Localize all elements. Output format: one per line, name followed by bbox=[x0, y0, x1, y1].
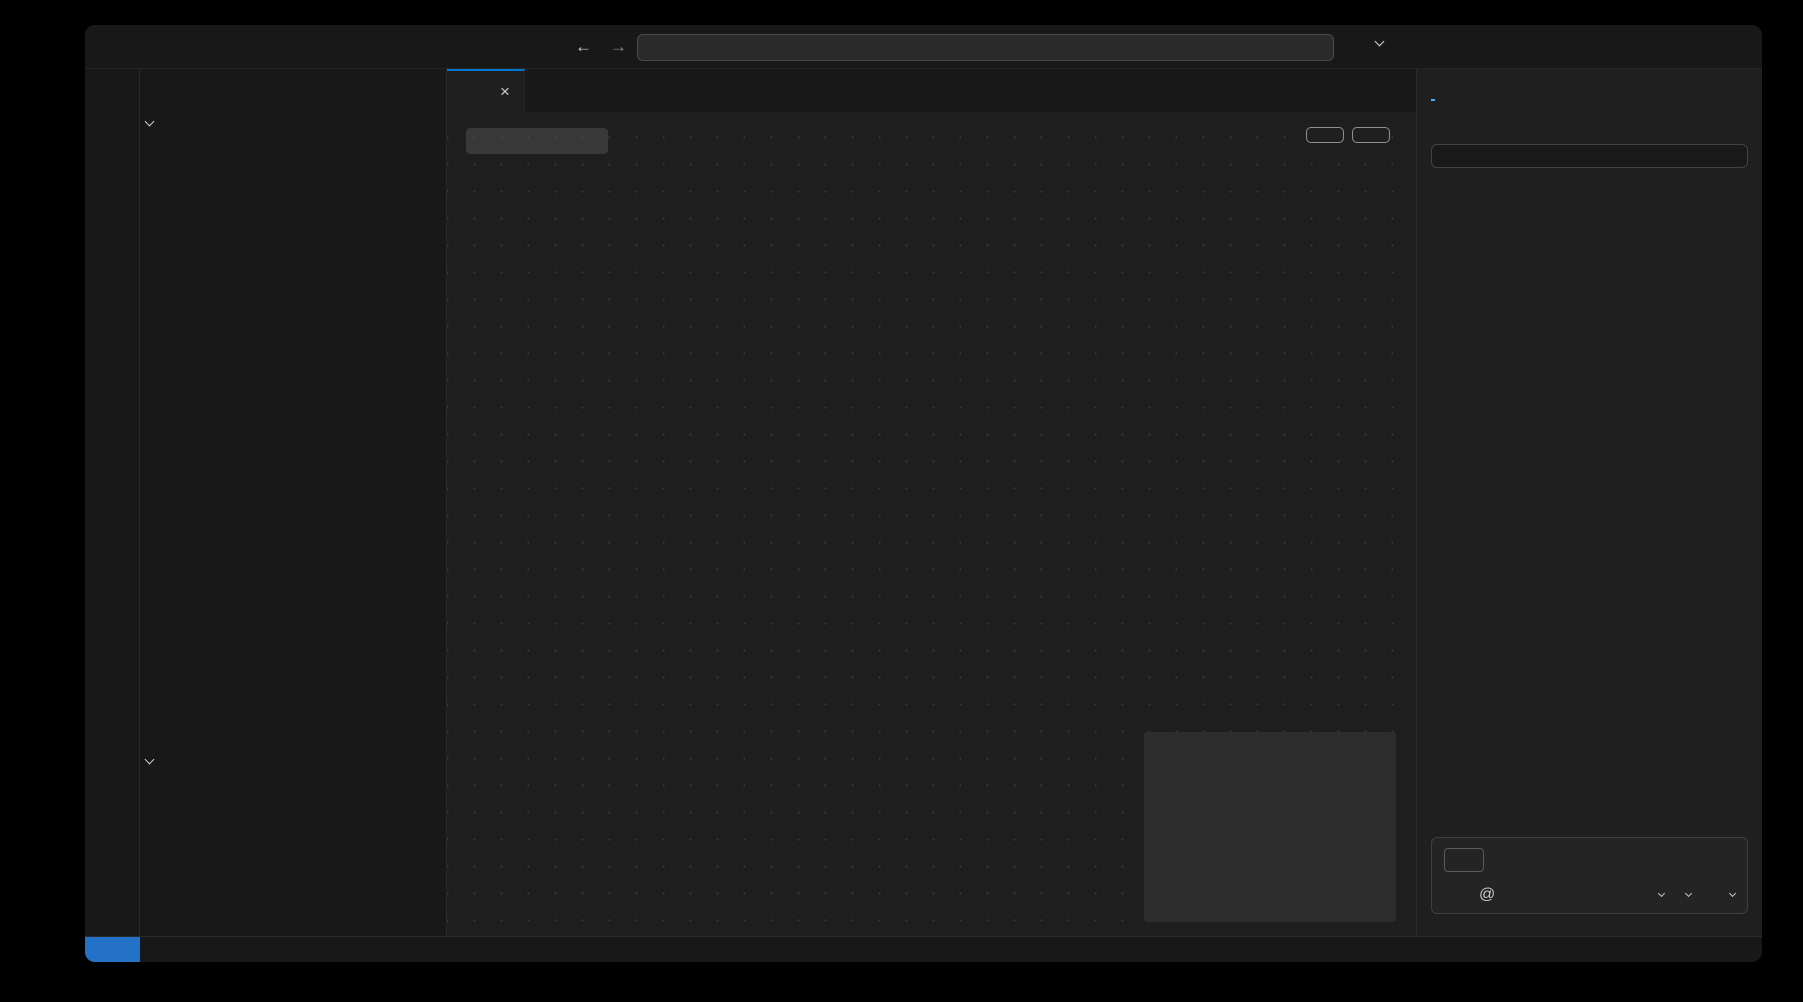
editor-group: × bbox=[447, 69, 1416, 936]
history-nav: ← → bbox=[575, 25, 627, 69]
add-context-button[interactable] bbox=[1444, 848, 1484, 872]
erd-canvas[interactable] bbox=[447, 112, 1416, 936]
sync-icon bbox=[190, 942, 205, 957]
workbench-body: × bbox=[85, 69, 1762, 936]
mention-icon[interactable]: @ bbox=[1479, 886, 1495, 904]
sidebar-title-row bbox=[140, 69, 446, 110]
query-history-header[interactable] bbox=[140, 748, 446, 773]
query-history-section bbox=[140, 748, 446, 785]
status-bar-right bbox=[1672, 942, 1762, 958]
status-bar bbox=[85, 936, 1762, 962]
minimap[interactable] bbox=[1144, 732, 1396, 922]
editor-actions bbox=[1350, 69, 1416, 112]
copilot-menu-button[interactable] bbox=[1351, 33, 1383, 53]
search-icon bbox=[975, 41, 989, 55]
connections-section-header[interactable] bbox=[140, 110, 446, 135]
chat-input-toolbar: @ bbox=[1444, 886, 1735, 904]
chevron-down-icon bbox=[1658, 890, 1665, 897]
chat-header bbox=[1417, 69, 1762, 112]
chevron-down-icon bbox=[145, 754, 155, 764]
copilot-status-icon[interactable] bbox=[1701, 942, 1717, 958]
zoom-indicator-icon[interactable] bbox=[1672, 942, 1688, 958]
more-actions-icon[interactable] bbox=[1383, 82, 1400, 99]
auto-layout-button[interactable] bbox=[1352, 127, 1390, 143]
chat-body: @ bbox=[1417, 112, 1762, 936]
vscode-window: ← → bbox=[85, 25, 1762, 962]
remote-indicator[interactable] bbox=[85, 937, 140, 962]
command-center-search[interactable] bbox=[637, 34, 1334, 61]
sync-status-item[interactable] bbox=[182, 942, 218, 957]
schema-legend bbox=[466, 128, 608, 154]
chevron-down-icon bbox=[1685, 890, 1692, 897]
copilot-icon bbox=[1351, 33, 1371, 53]
mode-dropdown[interactable] bbox=[1653, 894, 1664, 896]
chat-input-box[interactable]: @ bbox=[1431, 837, 1748, 914]
paperclip-icon bbox=[1454, 853, 1468, 867]
forward-arrow-icon[interactable]: → bbox=[610, 37, 627, 57]
tab-schema-designer[interactable]: × bbox=[447, 69, 525, 112]
send-button[interactable] bbox=[1707, 887, 1735, 904]
branch-status-item[interactable] bbox=[140, 942, 182, 957]
chevron-down-icon bbox=[1729, 890, 1736, 897]
activity-bar bbox=[85, 69, 140, 936]
titlebar: ← → bbox=[85, 25, 1762, 69]
microphone-icon[interactable] bbox=[1444, 887, 1461, 904]
split-editor-icon[interactable] bbox=[1350, 82, 1367, 99]
chat-code-block bbox=[1431, 144, 1748, 168]
bell-icon[interactable] bbox=[1730, 942, 1746, 958]
erd-schema-icon bbox=[461, 83, 478, 100]
chat-tab[interactable] bbox=[1431, 81, 1435, 101]
sidebar bbox=[140, 69, 447, 936]
model-dropdown[interactable] bbox=[1680, 894, 1691, 896]
tab-close-icon[interactable]: × bbox=[500, 82, 510, 102]
refresh-button[interactable] bbox=[1306, 127, 1344, 143]
screen: ← → bbox=[0, 0, 1803, 1002]
git-branch-icon bbox=[154, 942, 169, 957]
chevron-down-icon bbox=[145, 116, 155, 126]
back-arrow-icon[interactable]: ← bbox=[575, 37, 592, 57]
send-icon bbox=[1707, 887, 1724, 904]
tab-bar: × bbox=[447, 69, 1416, 112]
diagram-buttons bbox=[1306, 127, 1390, 143]
warning-icon bbox=[251, 942, 266, 957]
problems-status-item[interactable] bbox=[218, 942, 279, 957]
error-icon bbox=[226, 942, 241, 957]
vscode-logo-icon bbox=[99, 36, 121, 58]
more-actions-icon[interactable] bbox=[414, 82, 430, 98]
chevron-down-icon bbox=[1375, 37, 1385, 47]
chat-panel: @ bbox=[1416, 69, 1762, 936]
